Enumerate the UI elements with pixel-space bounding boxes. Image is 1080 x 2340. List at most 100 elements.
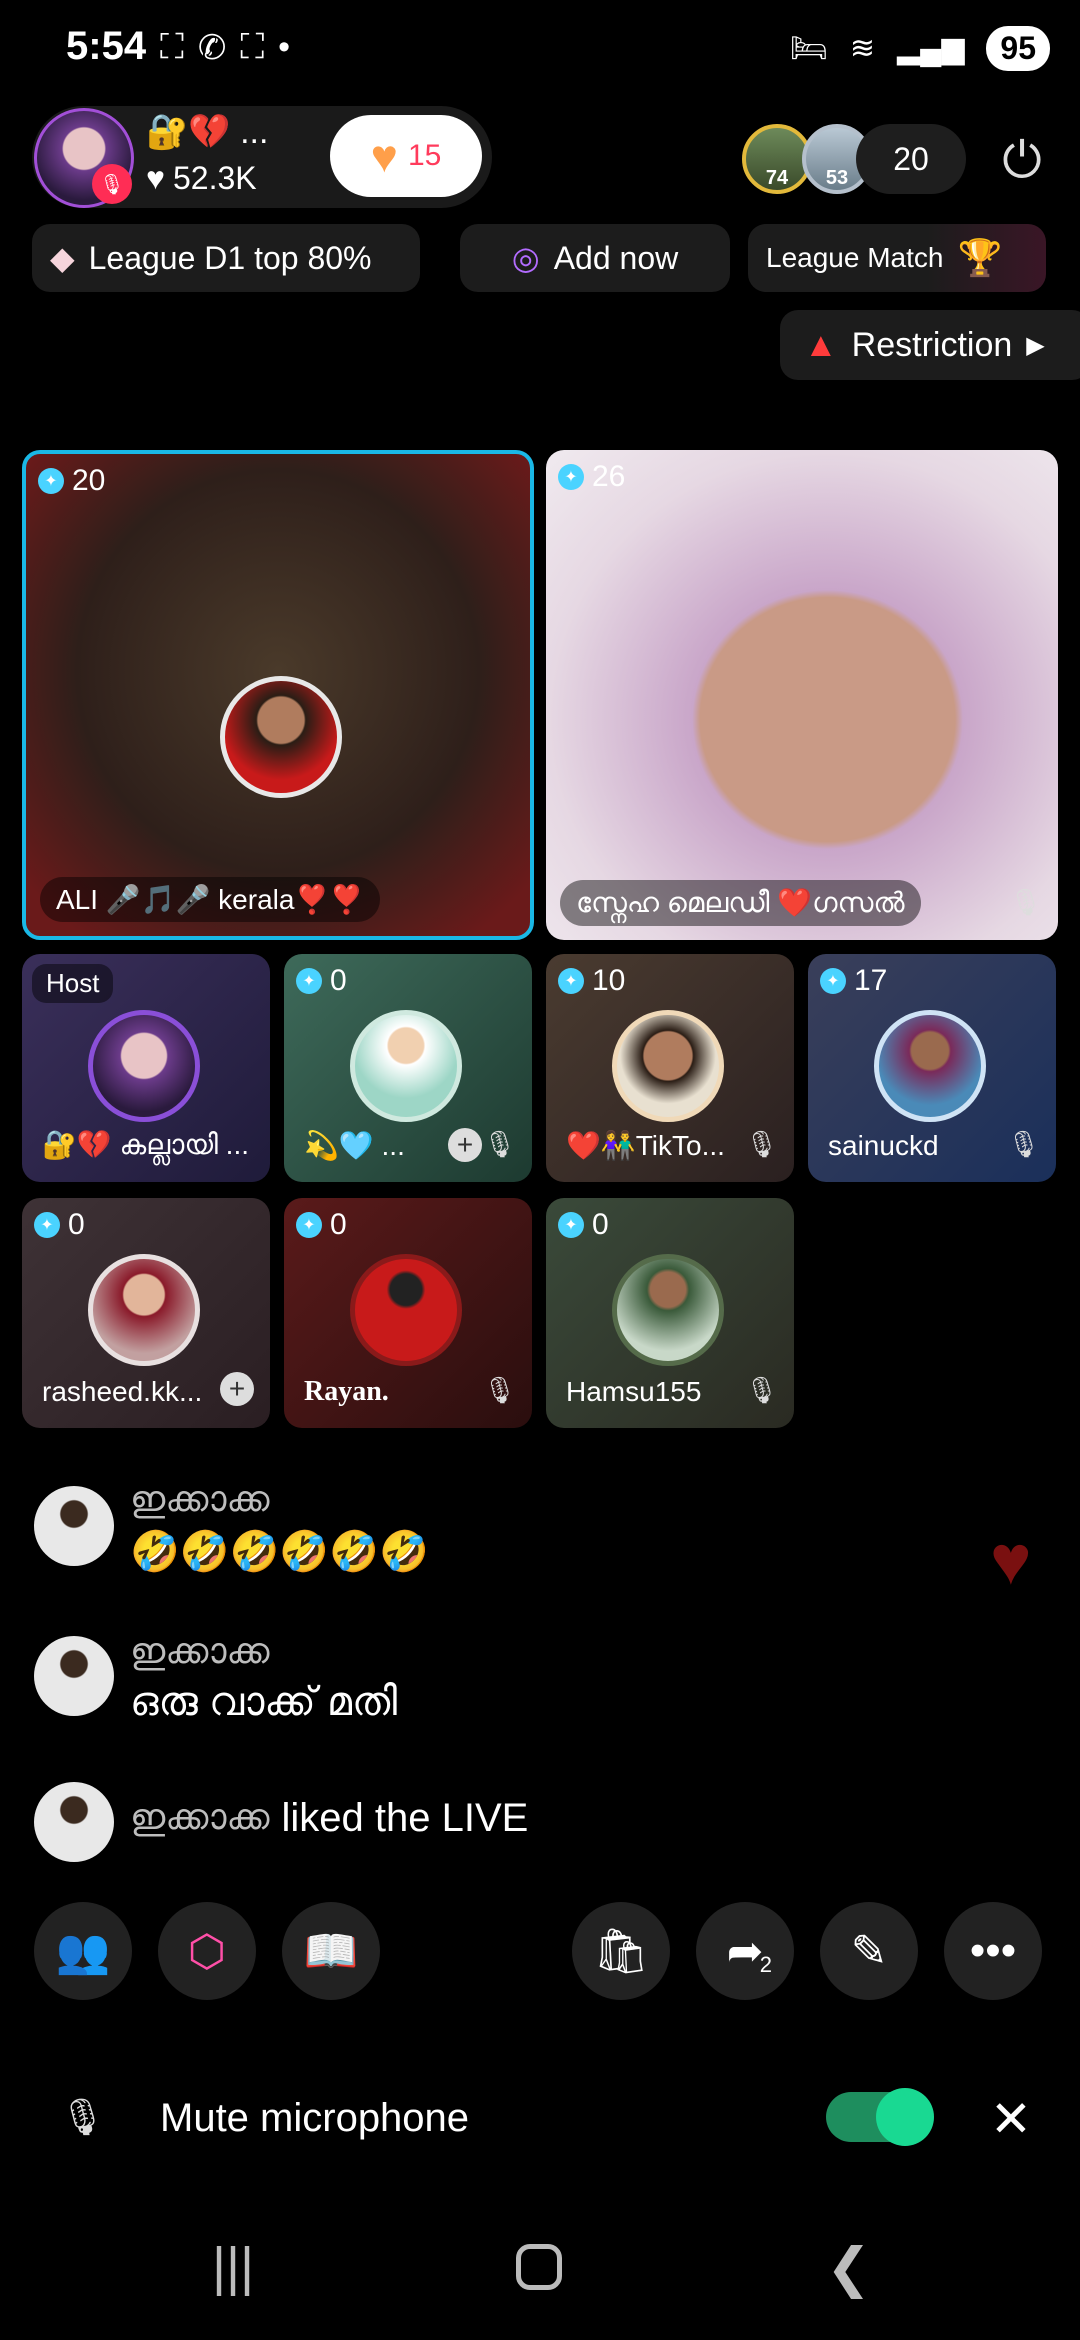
gem-icon: ✦ <box>296 968 322 994</box>
battery-indicator: 95 <box>986 26 1050 71</box>
guest-avatar <box>350 1254 462 1366</box>
viewer-count[interactable]: 20 <box>856 124 966 194</box>
comment-text: ഒരു വാക്ക് മതി <box>130 1680 398 1724</box>
guest-name: Rayan. <box>304 1376 389 1407</box>
more-button[interactable]: ••• <box>944 1902 1042 2000</box>
tile-level: ✦ 20 <box>38 464 105 498</box>
comment-username[interactable]: ഇക്കാക്ക <box>130 1630 270 1673</box>
scan-icon: ⛶ <box>240 28 265 66</box>
gem-icon: ✦ <box>34 1212 60 1238</box>
heart-icon: ♥ <box>146 160 165 196</box>
power-button[interactable]: ⏻ <box>990 128 1054 192</box>
level-value: 0 <box>330 1208 347 1241</box>
mic-off-icon: 🎙 <box>744 1129 778 1159</box>
host-likes-value: 52.3K <box>173 160 257 196</box>
comment-text: liked the LIVE <box>281 1796 529 1840</box>
heart-gift-icon: ♥ <box>370 130 398 182</box>
guest-tile[interactable]: ✦ 17 sainuckd 🎙 <box>808 954 1056 1182</box>
add-guest-icon[interactable]: + <box>448 1128 482 1162</box>
mic-off-icon: 🎙 <box>482 1129 516 1159</box>
guest-name: ❤️👫TikTo... <box>566 1130 725 1161</box>
floating-heart-icon: ♥ <box>990 1521 1032 1599</box>
viewer-level: 53 <box>825 167 849 189</box>
gem-icon: ✦ <box>558 968 584 994</box>
cube-icon: ⬡ <box>187 1926 227 1976</box>
level-value: 0 <box>592 1208 609 1241</box>
status-right-icons: 🛏 ≋ ▂▄▆ 95 <box>790 26 1050 71</box>
share-count: 2 <box>759 1952 772 1977</box>
gem-icon: ✦ <box>38 468 64 494</box>
wifi-icon: ≋ <box>849 32 875 65</box>
gift-count: 15 <box>407 139 442 172</box>
mic-off-icon: 🎙 <box>60 2096 106 2137</box>
guest-avatar <box>350 1010 462 1122</box>
guest-tile[interactable]: ✦ 0 💫🩵 ... + 🎙 <box>284 954 532 1182</box>
status-time: 5:54 <box>66 24 147 68</box>
guest-tile[interactable]: ✦ 0 Hamsu155 🎙 <box>546 1198 794 1428</box>
mute-microphone-label: Mute microphone <box>160 2096 470 2140</box>
level-value: 10 <box>592 964 626 997</box>
tile-level: ✦ 0 <box>34 1208 85 1242</box>
restriction-button[interactable]: ▲ Restriction ▶ <box>780 310 1080 380</box>
target-icon: ◎ <box>511 240 540 276</box>
effects-button[interactable]: ✎ <box>820 1902 918 2000</box>
bed-icon: 🛏 <box>789 32 828 65</box>
back-button[interactable]: ❮ <box>826 2236 871 2299</box>
chevron-right-icon: ▶ <box>1026 331 1045 359</box>
guest-tile[interactable]: ✦ 0 rasheed.kk... + <box>22 1198 270 1428</box>
mic-off-icon: 🎙 <box>1006 1129 1040 1159</box>
league-match-label: League Match <box>766 242 944 273</box>
guest-tile[interactable]: ✦ 0 Rayan. 🎙 <box>284 1198 532 1428</box>
restriction-label: Restriction <box>851 325 1013 364</box>
league-chip[interactable]: ◆ League D1 top 80% <box>32 224 420 292</box>
warning-icon: ▲ <box>804 325 838 364</box>
host-name: 🔐💔 ... <box>146 113 269 151</box>
league-match-chip[interactable]: League Match 🏆 <box>748 224 1046 292</box>
guest-name: സ്നേഹ മെലഡീ ❤️ഗസൽ <box>560 880 921 926</box>
scan-icon: ⛶ <box>160 28 184 66</box>
diamond-icon: ◆ <box>50 240 75 276</box>
share-button[interactable]: ➦ 2 <box>696 1902 794 2000</box>
add-guest-icon[interactable]: + <box>220 1372 254 1406</box>
comment-text: 🤣🤣🤣🤣🤣🤣 <box>130 1530 429 1574</box>
gem-icon: ✦ <box>558 464 584 490</box>
guest-name: 🔐💔 കല്ലായി ... <box>42 1129 250 1160</box>
share-icon: ➦ <box>726 1926 764 1976</box>
comment-username[interactable]: ഇക്കാക്ക <box>130 1478 270 1521</box>
mic-off-icon: 🎙 <box>1008 887 1042 917</box>
bag-icon: 🛍 <box>593 1927 649 1976</box>
tile-level: ✦ 26 <box>558 460 625 494</box>
home-button[interactable] <box>516 2244 562 2290</box>
level-value: 0 <box>330 964 347 997</box>
gift-button[interactable]: ♥ 15 <box>330 115 482 197</box>
shop-button[interactable]: 🛍 <box>572 1902 670 2000</box>
guest-name: rasheed.kk... <box>42 1376 203 1407</box>
add-now-label: Add now <box>553 239 679 276</box>
mute-toggle-knob[interactable] <box>876 2088 934 2146</box>
guest-tile[interactable]: ✦ 26 സ്നേഹ മെലഡീ ❤️ഗസൽ 🎙 <box>546 450 1058 940</box>
close-icon[interactable]: ✕ <box>990 2090 1032 2148</box>
book-icon: 📖 <box>303 1927 359 1976</box>
host-tile-avatar <box>88 1010 200 1122</box>
comment-avatar[interactable] <box>34 1636 114 1716</box>
guest-name: sainuckd <box>828 1130 939 1161</box>
host-tile[interactable]: Host 🔐💔 കല്ലായി ... <box>22 954 270 1182</box>
box-button[interactable]: ⬡ <box>158 1902 256 2000</box>
signal-icon: ▂▄▆ <box>897 32 965 65</box>
guest-tile[interactable]: ✦ 20 ALI 🎤🎵🎤 kerala❣️❣️ <box>22 450 534 940</box>
mic-off-icon: 🎙 <box>92 164 132 204</box>
comment-avatar[interactable] <box>34 1486 114 1566</box>
guest-avatar <box>612 1010 724 1122</box>
guest-avatar <box>88 1254 200 1366</box>
magic-wand-icon: ✎ <box>850 1926 888 1976</box>
guest-tile[interactable]: ✦ 10 ❤️👫TikTo... 🎙 <box>546 954 794 1182</box>
add-now-chip[interactable]: ◎ Add now <box>460 224 730 292</box>
guest-name: Hamsu155 <box>566 1376 702 1407</box>
book-button[interactable]: 📖 <box>282 1902 380 2000</box>
guests-button[interactable]: 👥 <box>34 1902 132 2000</box>
people-icon: 👥 <box>55 1927 111 1976</box>
comment-username[interactable]: ഇക്കാക്ക <box>130 1796 270 1841</box>
guest-avatar <box>612 1254 724 1366</box>
recent-apps-button[interactable]: ||| <box>212 2236 254 2298</box>
comment-avatar[interactable] <box>34 1782 114 1862</box>
